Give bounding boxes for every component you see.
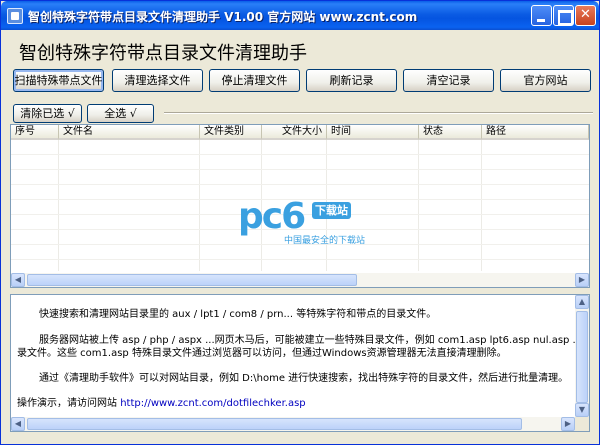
description-line: 快速搜索和清理网站目录里的 aux / lpt1 / com8 / prn...… bbox=[39, 309, 437, 320]
grid-line bbox=[11, 259, 589, 260]
separator bbox=[164, 112, 593, 114]
minimize-button[interactable] bbox=[531, 5, 552, 26]
clear-selection-button[interactable]: 清除已选 √ bbox=[13, 104, 82, 123]
scroll-down-icon[interactable]: ▼ bbox=[575, 403, 589, 417]
scroll-right-icon[interactable]: ▶ bbox=[561, 417, 575, 431]
grid-line bbox=[11, 184, 589, 185]
clear-records-button[interactable]: 清空记录 bbox=[403, 69, 494, 92]
grid-line bbox=[481, 140, 482, 271]
scroll-up-icon[interactable]: ▲ bbox=[575, 295, 589, 309]
title-bar[interactable]: 智创特殊字符带点目录文件清理助手 V1.00 官方网站 www.zcnt.com… bbox=[1, 1, 599, 30]
scroll-right-icon[interactable]: ▶ bbox=[575, 273, 589, 287]
column-index[interactable]: 序号 bbox=[11, 125, 59, 140]
text-horizontal-scrollbar[interactable]: ◀ ▶ bbox=[11, 417, 575, 431]
description-line: 操作演示，请访问网站 http://www.zcnt.com/dotfilech… bbox=[17, 397, 306, 410]
column-filetype[interactable]: 文件类别 bbox=[200, 125, 262, 140]
column-filesize[interactable]: 文件大小 bbox=[262, 125, 327, 140]
description-line: 通过《清理助手软件》可以对网站目录，例如 D:\home 进行快速搜索，找出特殊… bbox=[39, 373, 569, 384]
watermark-tagline: 中国最安全的下载站 bbox=[284, 236, 366, 246]
scroll-thumb[interactable] bbox=[27, 274, 357, 286]
demo-prefix: 操作演示，请访问网站 bbox=[17, 398, 117, 409]
watermark-badge: 下载站 bbox=[312, 202, 351, 219]
column-filename[interactable]: 文件名 bbox=[59, 125, 200, 140]
watermark-brand: pc6 bbox=[238, 196, 306, 237]
app-heading: 智创特殊字符带点目录文件清理助手 bbox=[19, 43, 307, 64]
description-line: 录文件。这些 com1.asp 特殊目录文件通过浏览器可以访问，但通过Windo… bbox=[17, 348, 507, 359]
scroll-left-icon[interactable]: ◀ bbox=[11, 417, 25, 431]
grid-line bbox=[11, 169, 589, 170]
column-status[interactable]: 状态 bbox=[419, 125, 482, 140]
scan-button[interactable]: 扫描特殊带点文件 bbox=[13, 69, 104, 92]
watermark-logo: pc6 下载站 中国最安全的下载站 bbox=[238, 196, 368, 248]
app-window: 智创特殊字符带点目录文件清理助手 V1.00 官方网站 www.zcnt.com… bbox=[0, 0, 600, 445]
scroll-left-icon[interactable]: ◀ bbox=[11, 273, 25, 287]
description-textbox[interactable]: 快速搜索和清理网站目录里的 aux / lpt1 / com8 / prn...… bbox=[10, 294, 590, 432]
window-title: 智创特殊字符带点目录文件清理助手 V1.00 官方网站 www.zcnt.com bbox=[28, 10, 418, 24]
column-time[interactable]: 时间 bbox=[327, 125, 419, 140]
text-vertical-scrollbar[interactable]: ▲ ▼ bbox=[575, 295, 589, 417]
scroll-thumb[interactable] bbox=[27, 418, 522, 430]
grid-line bbox=[418, 140, 419, 271]
description-line: 服务器网站被上传 asp / php / aspx ...网页木马后，可能被建立… bbox=[39, 335, 590, 346]
official-site-button[interactable]: 官方网站 bbox=[500, 69, 591, 92]
list-header: 序号 文件名 文件类别 文件大小 时间 状态 路径 bbox=[11, 125, 589, 140]
stop-clean-button[interactable]: 停止清理文件 bbox=[209, 69, 300, 92]
clean-selected-button[interactable]: 清理选择文件 bbox=[112, 69, 203, 92]
grid-line bbox=[11, 154, 589, 155]
close-button[interactable]: ✕ bbox=[575, 5, 596, 26]
maximize-button[interactable] bbox=[553, 5, 574, 26]
app-icon bbox=[7, 8, 23, 24]
list-horizontal-scrollbar[interactable]: ◀ ▶ bbox=[11, 273, 589, 287]
grid-line bbox=[199, 140, 200, 271]
select-all-button[interactable]: 全选 √ bbox=[87, 104, 154, 123]
refresh-records-button[interactable]: 刷新记录 bbox=[306, 69, 397, 92]
grid-line bbox=[58, 140, 59, 271]
scroll-corner bbox=[575, 417, 589, 431]
demo-link[interactable]: http://www.zcnt.com/dotfilechker.asp bbox=[120, 398, 305, 409]
scroll-thumb[interactable] bbox=[576, 311, 588, 403]
column-path[interactable]: 路径 bbox=[482, 125, 589, 140]
